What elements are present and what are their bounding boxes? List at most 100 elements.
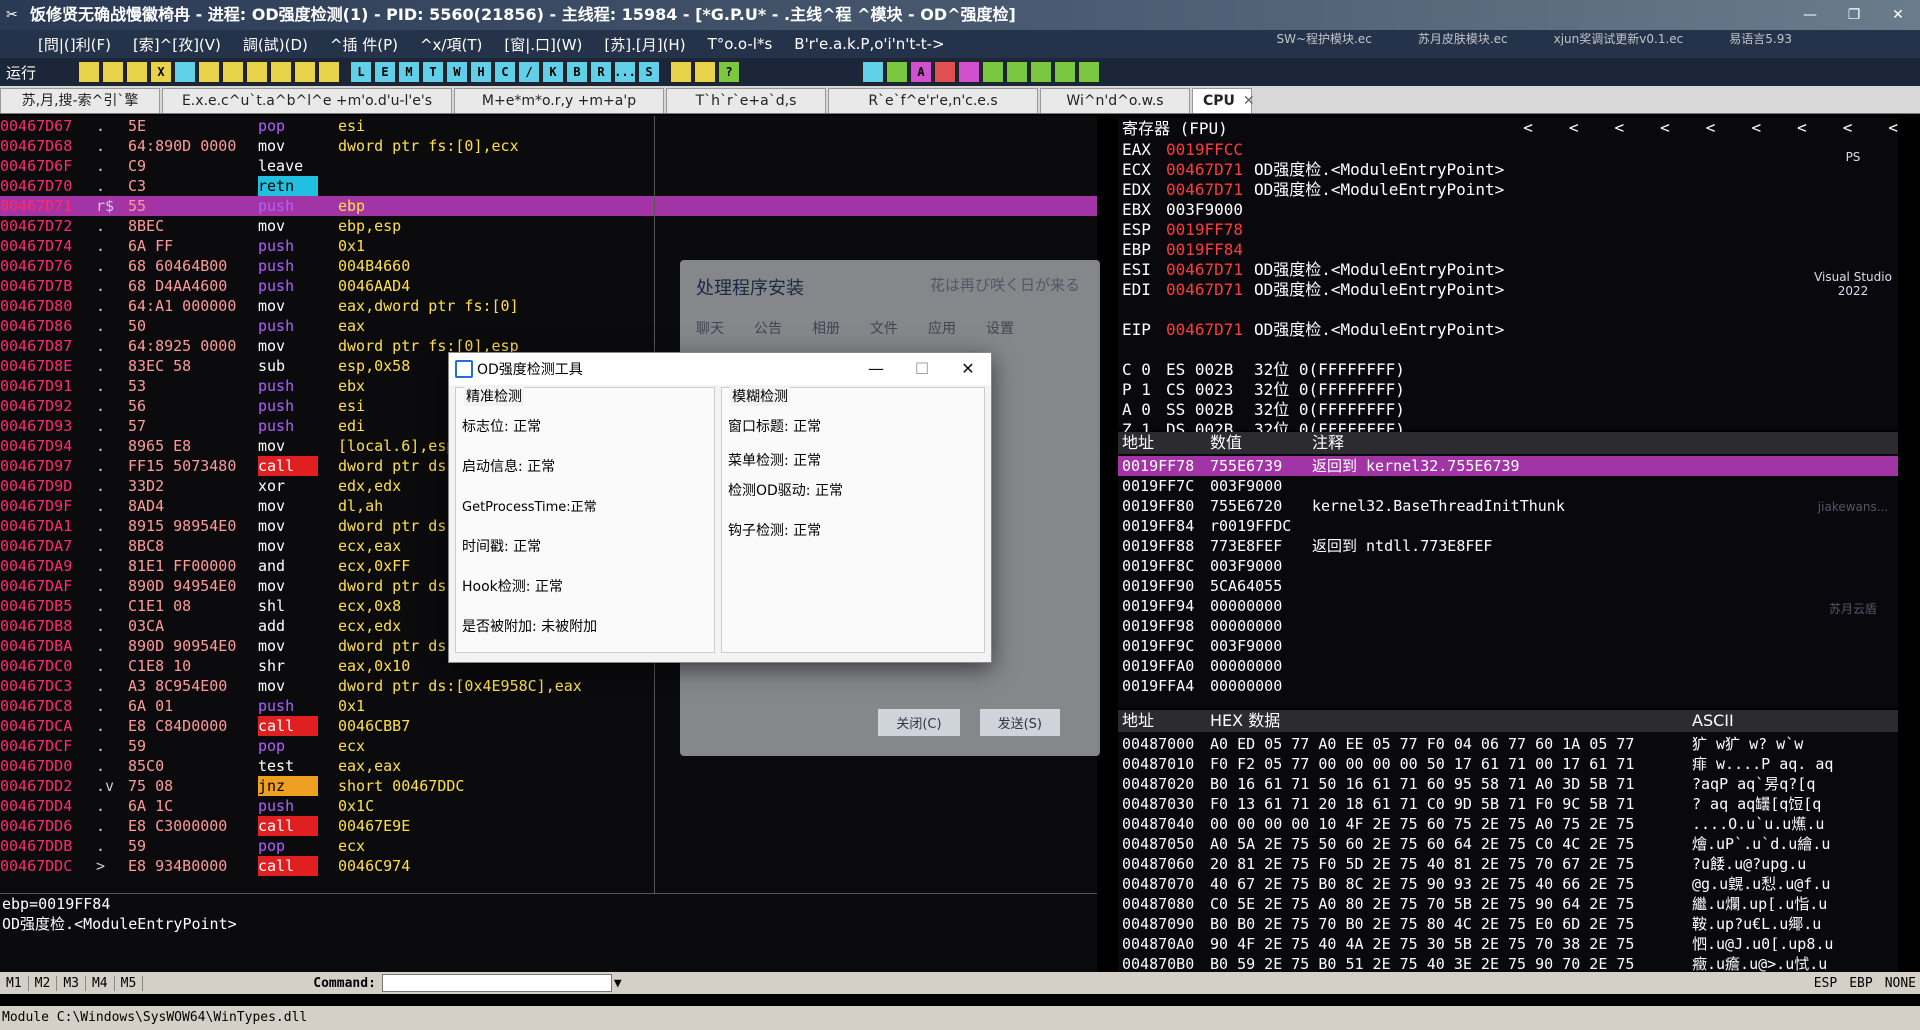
toolbar-button-6[interactable] <box>222 61 245 83</box>
nav-arrow-icon[interactable]: < <box>1615 118 1625 137</box>
desktop-icon-skin[interactable]: 苏月皮肤模块.ec <box>1410 30 1516 47</box>
toolbar-button-25[interactable] <box>694 61 717 83</box>
chat-tab-settings[interactable]: 设置 <box>986 318 1014 338</box>
memory-dump-pane[interactable]: 地址 HEX 数据 ASCII 00487000 A0 ED 05 77 A0 E… <box>1118 710 1898 974</box>
register-row[interactable]: EBX 003F9000 <box>1118 200 1898 220</box>
toolbar-button-15[interactable]: W <box>446 61 469 83</box>
toolbar-button-9[interactable] <box>294 61 317 83</box>
register-row[interactable]: ESI 00467D71 OD强度检.<ModuleEntryPoint> <box>1118 260 1898 280</box>
disasm-row[interactable]: 00467DD4. 6A 1C push 0x1C <box>0 796 1097 816</box>
desktop-icon-xjun[interactable]: xjun奖调试更新v0.1.ec <box>1546 30 1692 47</box>
stack-row[interactable]: 0019FF7C 003F9000 <box>1118 476 1898 496</box>
dump-row[interactable]: 00487050 A0 5A 2E 75 50 60 2E 75 60 64 2E… <box>1118 834 1898 854</box>
toolbar-button-36[interactable] <box>1078 61 1101 83</box>
disasm-row[interactable]: 00467DD2 .v 75 08 jnz short 00467DDC <box>0 776 1097 796</box>
tab-5[interactable]: Wi^n'd^o.w.s <box>1040 88 1190 113</box>
nav-arrow-icon[interactable]: < <box>1888 118 1898 137</box>
toolbar-button-7[interactable] <box>246 61 269 83</box>
stack-row[interactable]: 0019FF8C 003F9000 <box>1118 556 1898 576</box>
toolbar-button-17[interactable]: C <box>494 61 517 83</box>
register-row[interactable]: EBP 0019FF84 <box>1118 240 1898 260</box>
register-row[interactable]: ESP 0019FF78 <box>1118 220 1898 240</box>
register-row[interactable]: EIP 00467D71 OD强度检.<ModuleEntryPoint> <box>1118 320 1898 340</box>
toolbar-button-33[interactable] <box>1006 61 1029 83</box>
disasm-row[interactable]: 00467D67. 5E pop esi <box>0 116 1097 136</box>
toolbar-button-28[interactable] <box>886 61 909 83</box>
disasm-row[interactable]: 00467D68. 64:890D 0000 mov dword ptr fs:[0]… <box>0 136 1097 156</box>
toolbar-button-10[interactable] <box>318 61 341 83</box>
toolbar-button-31[interactable] <box>958 61 981 83</box>
nav-arrow-icon[interactable]: < <box>1843 118 1853 137</box>
stack-row[interactable]: 0019FFA0 00000000 <box>1118 656 1898 676</box>
toolbar-button-34[interactable] <box>1030 61 1053 83</box>
dump-col-address[interactable]: 地址 <box>1122 710 1154 732</box>
stack-col-comment[interactable]: 注释 <box>1312 432 1344 454</box>
register-row[interactable]: C 0 ES 002B 32位 0(FFFFFFFF) <box>1118 360 1898 380</box>
memory-tab-m2[interactable]: M2 <box>29 975 58 991</box>
disasm-row[interactable]: 00467D74. 6A FF push 0x1 <box>0 236 1097 256</box>
register-row[interactable]: ECX 00467D71 OD强度检.<ModuleEntryPoint> <box>1118 160 1898 180</box>
toolbar-button-8[interactable] <box>270 61 293 83</box>
dump-row[interactable]: 004870B0 B0 59 2E 75 B0 51 2E 75 40 3E 2E… <box>1118 954 1898 974</box>
toolbar-button-19[interactable]: K <box>542 61 565 83</box>
tab-0[interactable]: 苏,月,搜-索^引`擎 <box>0 88 160 113</box>
close-tab-icon[interactable]: ✕ <box>1243 93 1255 109</box>
nav-arrow-icon[interactable]: < <box>1569 118 1579 137</box>
menu-window[interactable]: [窗|.口](W) <box>496 34 590 55</box>
stack-row[interactable]: 0019FFA4 00000000 <box>1118 676 1898 696</box>
tab-6[interactable]: CPU ✕ <box>1192 88 1255 113</box>
memory-tab-m4[interactable]: M4 <box>86 975 115 991</box>
dump-row[interactable]: 00487060 20 81 2E 75 F0 5D 2E 75 40 81 2E… <box>1118 854 1898 874</box>
stack-row[interactable]: 0019FF90 5CA64055 <box>1118 576 1898 596</box>
disasm-row[interactable]: 00467D6F. C9 leave <box>0 156 1097 176</box>
stack-pane[interactable]: 地址 数值 注释 0019FF78 755E6739 返回到 kernel32.75… <box>1118 432 1898 708</box>
register-value[interactable]: 00467D71 <box>1166 320 1254 340</box>
nav-arrow-icon[interactable]: < <box>1751 118 1761 137</box>
chat-tab-notice[interactable]: 公告 <box>754 318 782 338</box>
menu-breakpoints[interactable]: B'r'e.a.k.P,o'i'n't-t-> <box>786 35 952 53</box>
disasm-row[interactable]: 00467DDB. 59 pop ecx <box>0 836 1097 856</box>
register-value[interactable]: ES 002B <box>1166 360 1254 380</box>
toolbar-button-1[interactable] <box>102 61 125 83</box>
nav-arrow-icon[interactable]: < <box>1660 118 1670 137</box>
dump-row[interactable]: 00487040 00 00 00 00 10 4F 2E 75 60 75 2E… <box>1118 814 1898 834</box>
toolbar-button-14[interactable]: T <box>422 61 445 83</box>
disasm-row[interactable]: 00467DD6. E8 C3000000 call 00467E9E <box>0 816 1097 836</box>
toolbar-button-30[interactable] <box>934 61 957 83</box>
register-row[interactable]: EDI 00467D71 OD强度检.<ModuleEntryPoint> <box>1118 280 1898 300</box>
toolbar-button-21[interactable]: R <box>590 61 613 83</box>
register-value[interactable]: 00467D71 <box>1166 160 1254 180</box>
register-row[interactable]: P 1 CS 0023 32位 0(FFFFFFFF) <box>1118 380 1898 400</box>
toolbar-button-27[interactable] <box>862 61 885 83</box>
chat-tab-album[interactable]: 相册 <box>812 318 840 338</box>
close-button[interactable]: ✕ <box>1876 0 1920 30</box>
toolbar-button-20[interactable]: B <box>566 61 589 83</box>
toolbar-button-5[interactable] <box>198 61 221 83</box>
register-value[interactable]: 00467D71 <box>1166 280 1254 300</box>
register-row[interactable] <box>1118 300 1898 320</box>
register-row[interactable] <box>1118 340 1898 360</box>
register-row[interactable]: EDX 00467D71 OD强度检.<ModuleEntryPoint> <box>1118 180 1898 200</box>
menu-tools[interactable]: T°o.o-l*s <box>700 35 781 53</box>
stack-row[interactable]: 0019FF88 773E8FEF 返回到 ntdll.773E8FEF <box>1118 536 1898 556</box>
desktop-icon-eyuyan[interactable]: 易语言5.93 <box>1721 30 1800 47</box>
chevron-down-icon[interactable]: ▼ <box>614 976 622 991</box>
toolbar-button-29[interactable]: A <box>910 61 933 83</box>
tab-1[interactable]: E.x.e.c^u`t.a^b^l^e +m'o.d'u-l'e's <box>162 88 452 113</box>
register-value[interactable]: CS 0023 <box>1166 380 1254 400</box>
menu-file[interactable]: [問|(]利(F) <box>30 34 119 55</box>
register-row[interactable]: A 0 SS 002B 32位 0(FFFFFFFF) <box>1118 400 1898 420</box>
toolbar-button-4[interactable] <box>174 61 197 83</box>
toolbar-button-26[interactable]: ? <box>718 61 741 83</box>
od-close-button[interactable]: ✕ <box>945 353 991 385</box>
dump-row[interactable]: 00487030 F0 13 61 71 20 18 61 71 C0 9D 5B… <box>1118 794 1898 814</box>
menu-options[interactable]: ^x/項(T) <box>412 34 490 55</box>
chat-close-button[interactable]: 关闭(C) <box>878 709 960 736</box>
od-detection-tool-window[interactable]: OD强度检测工具 — ☐ ✕ 精准检测 标志位: 正常 启动信息: 正常 Get… <box>448 352 992 663</box>
dump-row[interactable]: 00487000 A0 ED 05 77 A0 EE 05 77 F0 04 06… <box>1118 734 1898 754</box>
disasm-row[interactable]: 00467D70. C3 retn <box>0 176 1097 196</box>
register-value[interactable]: 00467D71 <box>1166 260 1254 280</box>
command-input[interactable] <box>381 974 612 992</box>
register-value[interactable]: 00467D71 <box>1166 180 1254 200</box>
dump-row[interactable]: 004870A0 90 4F 2E 75 40 4A 2E 75 30 5B 2E… <box>1118 934 1898 954</box>
